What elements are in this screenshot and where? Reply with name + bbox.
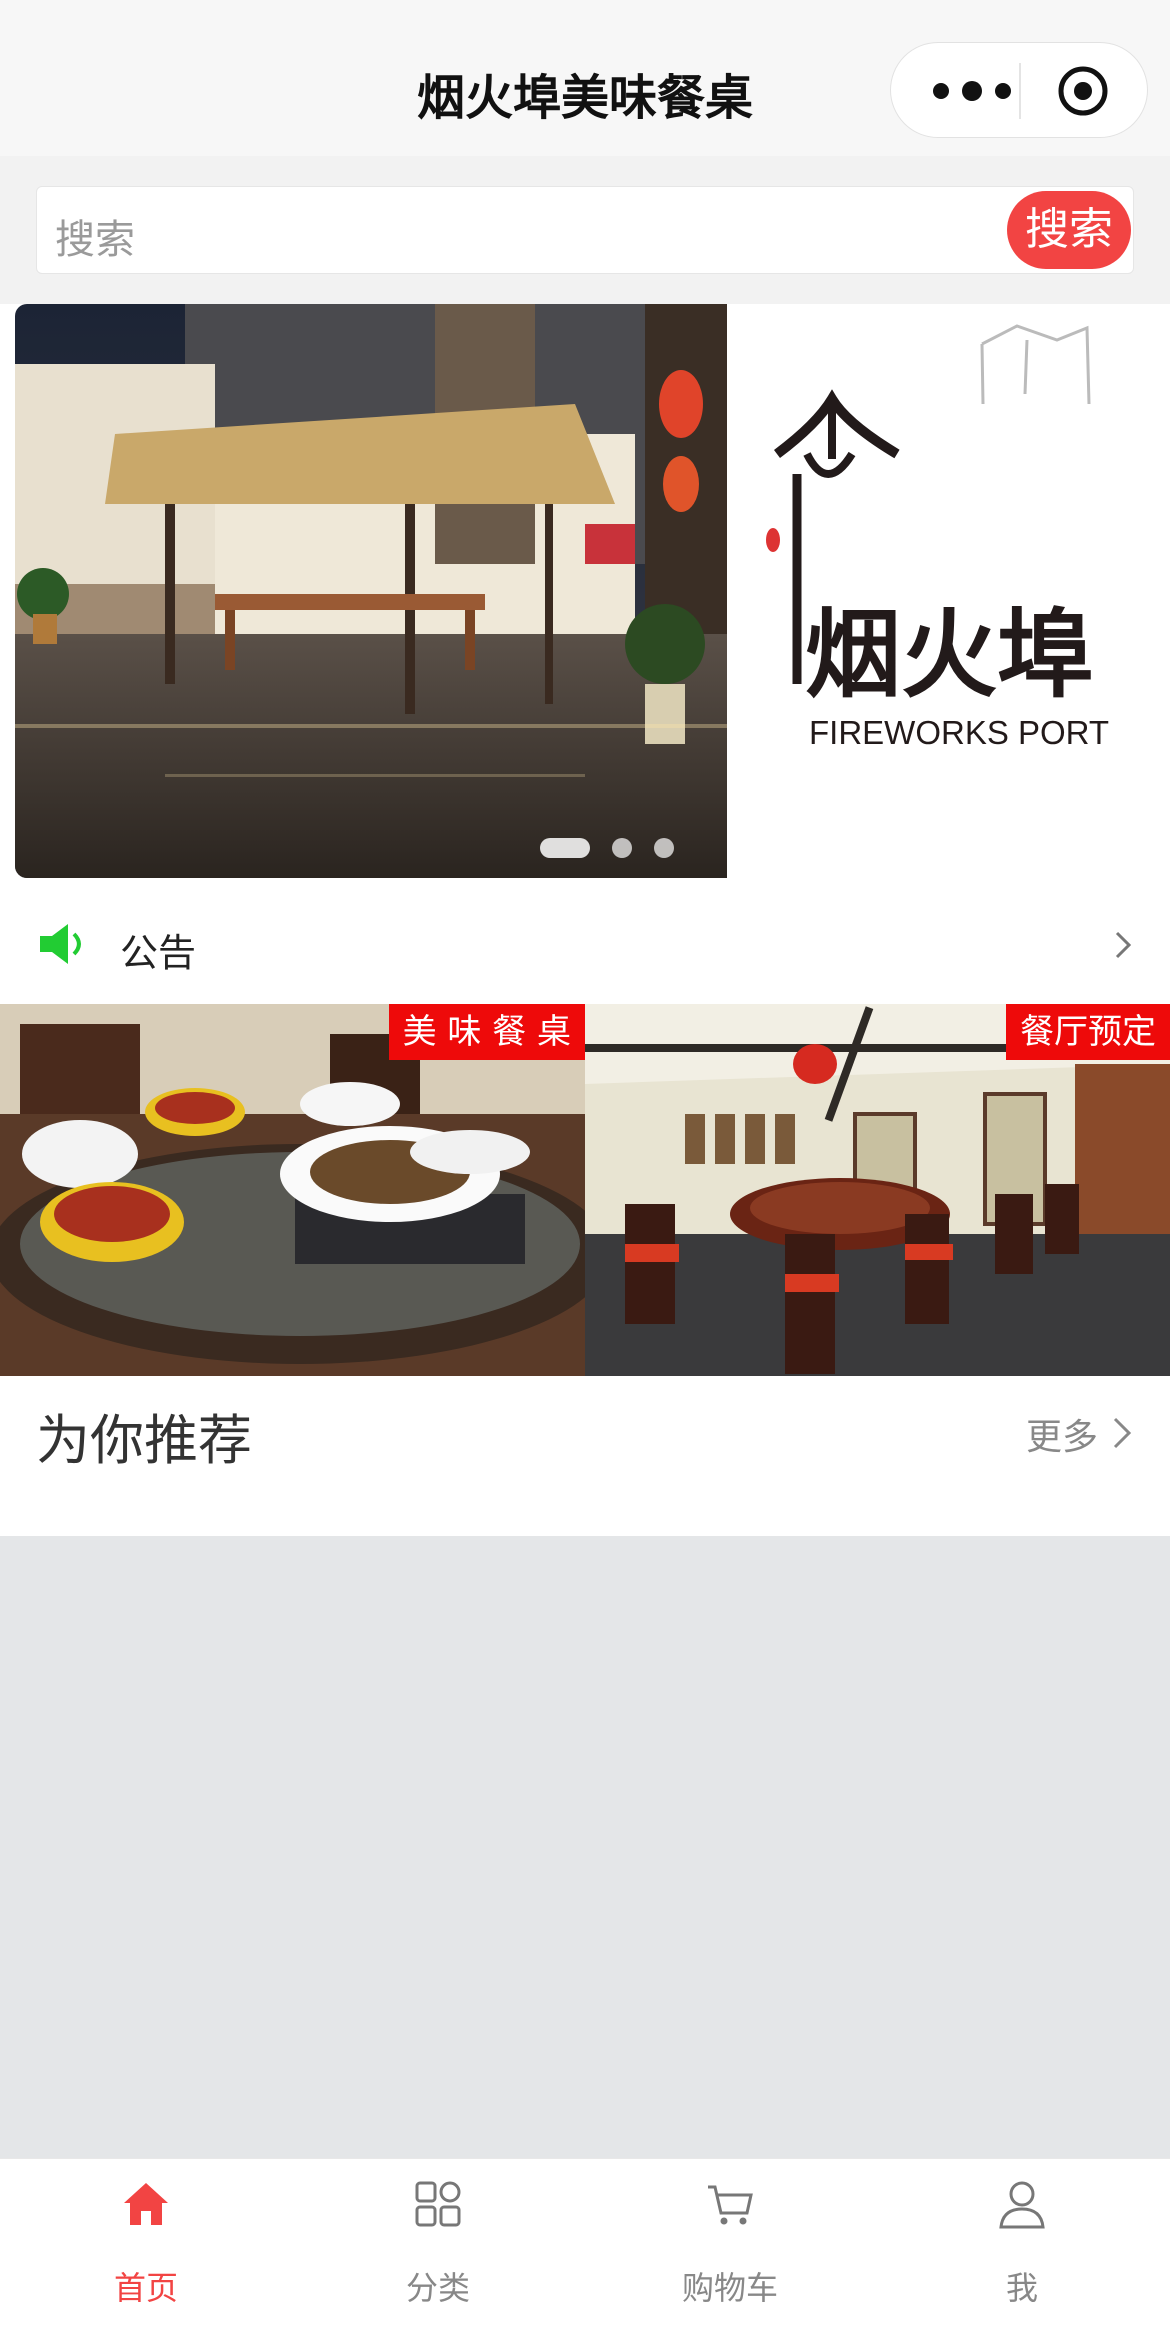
user-icon [999, 2181, 1045, 2229]
search-input[interactable]: 搜索 搜索 [36, 186, 1134, 274]
tab-category[interactable]: 分类 [292, 2179, 584, 2329]
tab-label: 我 [1005, 2269, 1038, 2307]
chevron-right-icon [1115, 931, 1132, 959]
tab-cart[interactable]: 购物车 [584, 2179, 876, 2329]
logo-en-text: FIREWORKS PORT [809, 714, 1109, 751]
tab-label: 首页 [113, 2269, 178, 2307]
tab-label: 分类 [405, 2269, 470, 2307]
more-link[interactable]: 更多 [1026, 1408, 1098, 1460]
search-button[interactable]: 搜索 [1007, 191, 1131, 269]
bottom-tab-bar: 首页 分类 购物车 我 [0, 2158, 1170, 2348]
recommend-section: 为你推荐 更多 [0, 1376, 1170, 1536]
tile-restaurant-booking[interactable]: 餐厅预定 [585, 1004, 1170, 1376]
tab-label: 购物车 [681, 2269, 778, 2307]
tile-tag-dining: 美 味 餐 桌 [388, 1004, 585, 1060]
tab-me[interactable]: 我 [876, 2179, 1168, 2329]
speaker-icon [40, 924, 81, 964]
navigation-bar: 烟火埠美味餐桌 [0, 0, 1170, 156]
tab-home[interactable]: 首页 [0, 2179, 292, 2329]
home-icon [124, 2183, 168, 2225]
banner-carousel[interactable]: 烟火埠 FIREWORKS PORT [0, 304, 1170, 882]
indicator-dot [612, 838, 632, 858]
tile-tag-booking: 餐厅预定 [1006, 1004, 1170, 1060]
more-icon[interactable] [927, 73, 1017, 109]
recommend-title: 为你推荐 [36, 1409, 252, 1472]
banner-courtyard-photo[interactable] [15, 304, 727, 878]
tile-dining-table[interactable]: 美 味 餐 桌 [0, 1004, 585, 1376]
cart-icon [708, 2185, 753, 2225]
chevron-right-icon[interactable] [1112, 1416, 1132, 1450]
indicator-dot [654, 838, 674, 858]
close-target-icon[interactable] [1057, 65, 1109, 117]
category-icon [415, 2181, 461, 2227]
mini-program-capsule [890, 42, 1148, 138]
feature-tiles: 美 味 餐 桌 餐厅预定 [0, 1004, 1170, 1376]
logo-cn-text: 烟火埠 [805, 599, 1093, 711]
notice-bar[interactable]: 公告 [0, 882, 1170, 1004]
search-area: 搜索 搜索 [0, 156, 1170, 304]
notice-label: 公告 [120, 931, 197, 975]
indicator-dot-active [540, 838, 590, 858]
capsule-divider [1019, 63, 1021, 119]
brand-logo: 烟火埠 FIREWORKS PORT [727, 304, 1170, 882]
search-placeholder: 搜索 [55, 217, 135, 263]
